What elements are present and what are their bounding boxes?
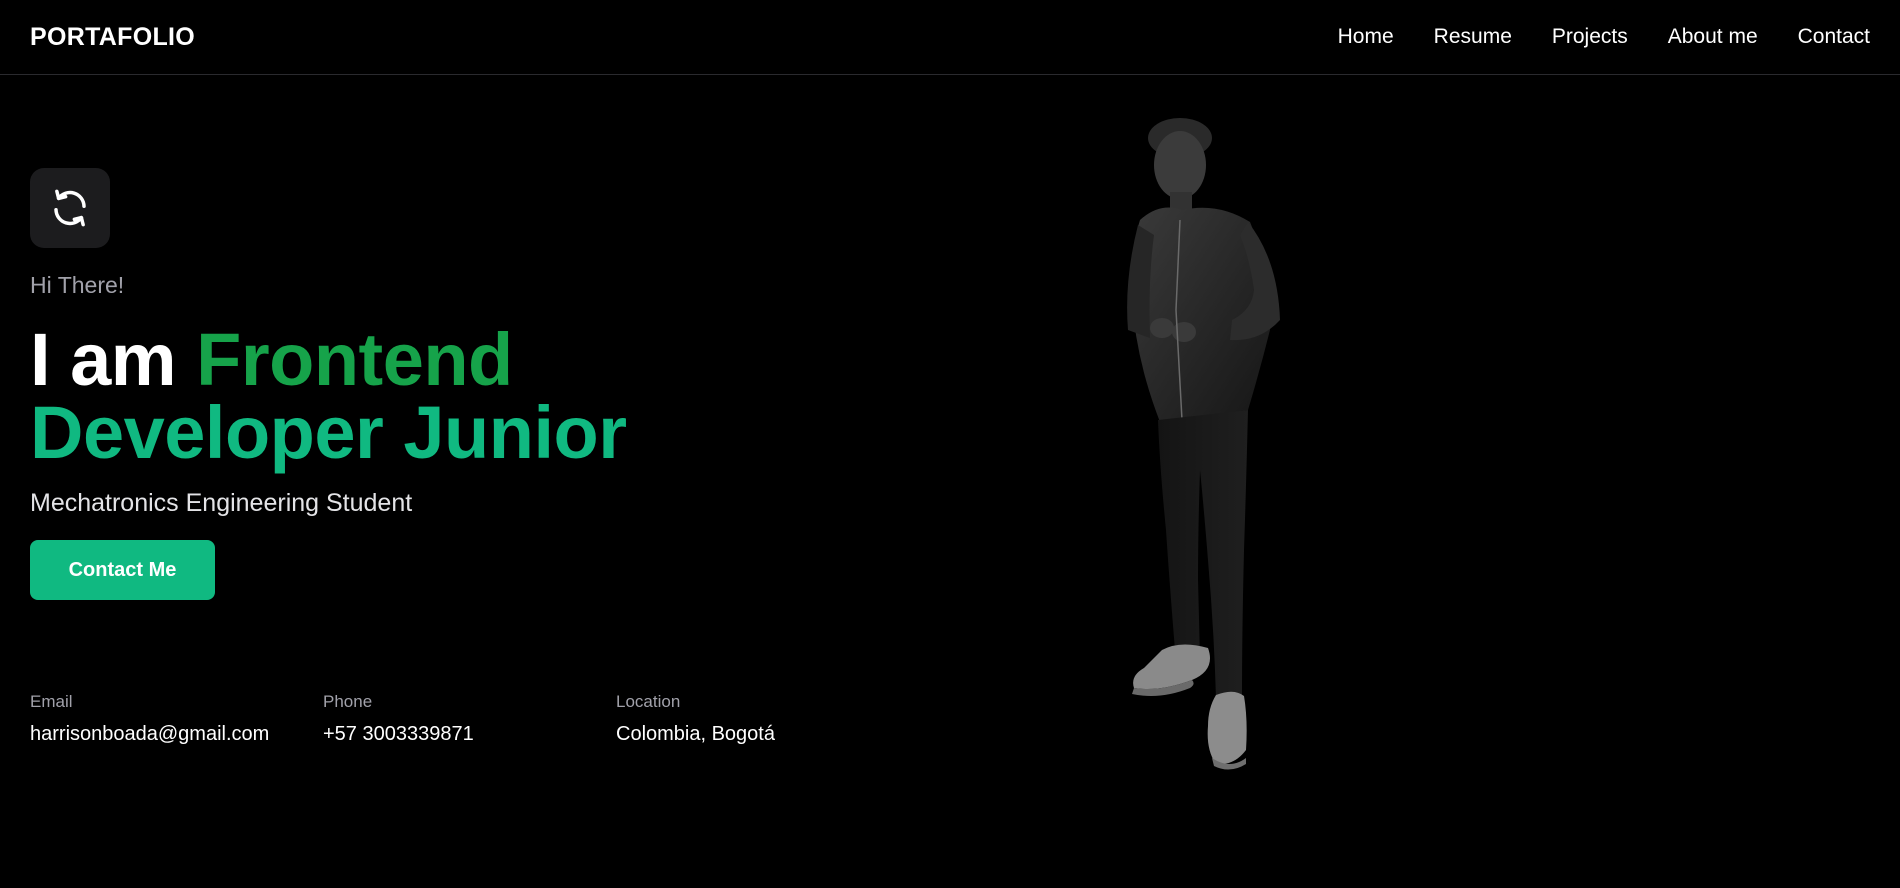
nav-links: Home Resume Projects About me Contact: [1338, 25, 1870, 49]
headline-role-line2: Developer Junior: [30, 391, 627, 474]
email-value[interactable]: harrisonboada@gmail.com: [30, 723, 323, 746]
location-value: Colombia, Bogotá: [616, 723, 775, 745]
nav-link-resume[interactable]: Resume: [1434, 25, 1512, 49]
hero-section: Hi There! I am Frontend Developer Junior…: [30, 168, 890, 600]
profile-photo: [1120, 110, 1320, 770]
contact-info: Email harrisonboada@gmail.com Phone +57 …: [30, 692, 909, 746]
contact-me-button[interactable]: Contact Me: [30, 540, 215, 600]
nav-link-contact[interactable]: Contact: [1798, 25, 1870, 49]
navbar: PORTAFOLIO Home Resume Projects About me…: [0, 0, 1900, 75]
nav-link-projects[interactable]: Projects: [1552, 25, 1628, 49]
headline: I am Frontend Developer Junior: [30, 323, 890, 474]
refresh-icon: [54, 189, 86, 227]
headline-role-word: Frontend: [196, 318, 513, 401]
brand-logo[interactable]: PORTAFOLIO: [30, 23, 195, 52]
refresh-icon-button[interactable]: [30, 168, 110, 248]
subtitle: Mechatronics Engineering Student: [30, 489, 413, 517]
nav-link-about-me[interactable]: About me: [1668, 25, 1758, 49]
email-info: Email harrisonboada@gmail.com: [30, 692, 323, 746]
headline-prefix: I am: [30, 318, 177, 401]
greeting-text: Hi There!: [30, 272, 125, 298]
email-label: Email: [30, 692, 73, 711]
location-info: Location Colombia, Bogotá: [616, 692, 909, 746]
nav-link-home[interactable]: Home: [1338, 25, 1394, 49]
phone-info: Phone +57 3003339871: [323, 692, 616, 746]
location-label: Location: [616, 692, 681, 711]
phone-label: Phone: [323, 692, 373, 711]
phone-value[interactable]: +57 3003339871: [323, 723, 616, 746]
